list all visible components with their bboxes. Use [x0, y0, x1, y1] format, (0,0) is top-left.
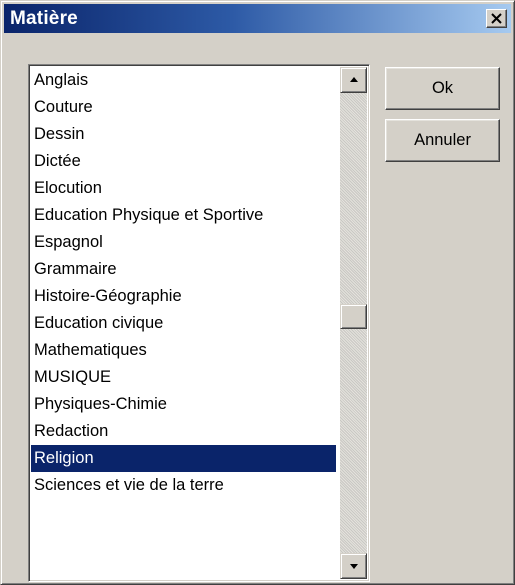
close-button[interactable] — [486, 9, 507, 28]
subject-list-items: Anglais Couture Dessin Dictée Elocution Educa… — [31, 67, 336, 499]
list-item[interactable]: Redaction — [31, 418, 336, 445]
list-item[interactable]: Religion — [31, 445, 336, 472]
list-item[interactable]: Dictée — [31, 148, 336, 175]
arrow-up-icon — [350, 77, 358, 82]
list-item[interactable]: Elocution — [31, 175, 336, 202]
arrow-down-icon — [350, 564, 358, 569]
list-item[interactable]: MUSIQUE — [31, 364, 336, 391]
dialog-title: Matière — [10, 8, 78, 29]
scroll-thumb[interactable] — [340, 304, 367, 329]
scroll-up-button[interactable] — [340, 67, 367, 93]
list-item[interactable]: Anglais — [31, 67, 336, 94]
list-item[interactable]: Physiques-Chimie — [31, 391, 336, 418]
list-item[interactable]: Couture — [31, 94, 336, 121]
subject-list[interactable]: Anglais Couture Dessin Dictée Elocution Educa… — [28, 64, 370, 582]
ok-button[interactable]: Ok — [385, 67, 500, 110]
list-item[interactable]: Sciences et vie de la terre — [31, 472, 336, 499]
list-item[interactable]: Education Physique et Sportive — [31, 202, 336, 229]
list-item[interactable]: Histoire-Géographie — [31, 283, 336, 310]
cancel-button[interactable]: Annuler — [385, 119, 500, 162]
close-icon — [491, 13, 502, 24]
title-bar[interactable]: Matière — [4, 4, 511, 33]
subject-dialog: Matière Anglais Couture Dessin Dictée Elocut… — [0, 0, 515, 585]
list-scrollbar[interactable] — [340, 67, 367, 579]
scroll-down-button[interactable] — [340, 553, 367, 579]
list-item[interactable]: Education civique — [31, 310, 336, 337]
list-item[interactable]: Grammaire — [31, 256, 336, 283]
list-item[interactable]: Dessin — [31, 121, 336, 148]
list-item[interactable]: Mathematiques — [31, 337, 336, 364]
list-item[interactable]: Espagnol — [31, 229, 336, 256]
